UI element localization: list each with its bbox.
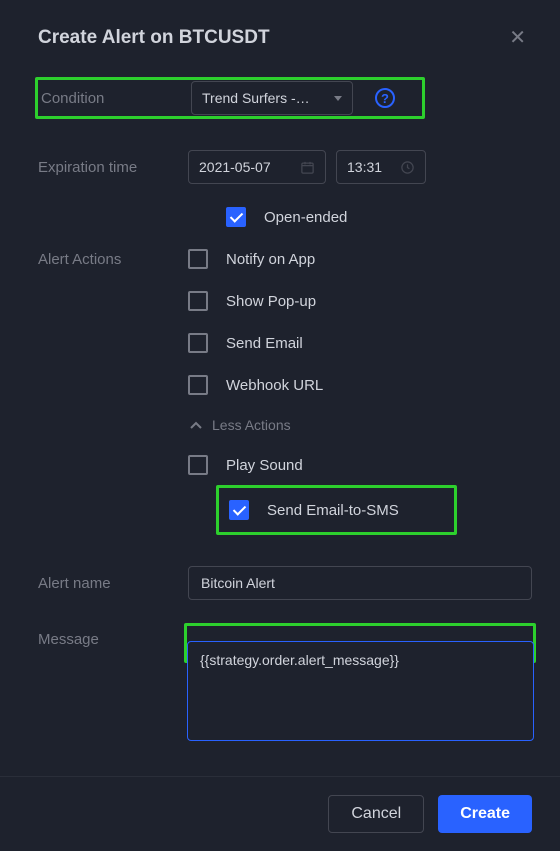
condition-selected-text: Trend Surfers -… <box>202 90 310 106</box>
send-email-label: Send Email <box>226 335 303 352</box>
notify-app-label: Notify on App <box>226 251 315 268</box>
show-popup-label: Show Pop-up <box>226 293 316 310</box>
show-popup-checkbox[interactable] <box>188 291 208 311</box>
notify-app-checkbox[interactable] <box>188 249 208 269</box>
help-icon[interactable]: ? <box>375 88 395 108</box>
alert-name-input[interactable] <box>188 566 532 600</box>
condition-select[interactable]: Trend Surfers -… <box>191 81 353 115</box>
chevron-down-icon <box>334 96 342 101</box>
expiration-date-text: 2021-05-07 <box>199 159 271 175</box>
play-sound-checkbox[interactable] <box>188 455 208 475</box>
expiration-time-input[interactable]: 13:31 <box>336 150 426 184</box>
clock-icon <box>400 160 415 175</box>
expiration-date-input[interactable]: 2021-05-07 <box>188 150 326 184</box>
calendar-icon <box>300 160 315 175</box>
condition-label: Condition <box>41 90 191 107</box>
open-ended-checkbox[interactable] <box>226 207 246 227</box>
send-sms-highlight: Send Email-to-SMS <box>216 485 457 535</box>
less-actions-label: Less Actions <box>212 417 291 433</box>
alert-actions-label: Alert Actions <box>38 249 188 268</box>
cancel-button[interactable]: Cancel <box>328 795 424 833</box>
send-email-checkbox[interactable] <box>188 333 208 353</box>
webhook-checkbox[interactable] <box>188 375 208 395</box>
chevron-up-icon <box>190 421 202 429</box>
send-sms-checkbox[interactable] <box>229 500 249 520</box>
dialog-title: Create Alert on BTCUSDT <box>38 27 270 49</box>
send-sms-label: Send Email-to-SMS <box>267 502 399 519</box>
condition-highlight: Condition Trend Surfers -… ? <box>35 77 425 119</box>
create-button[interactable]: Create <box>438 795 532 833</box>
less-actions-toggle[interactable]: Less Actions <box>188 417 323 433</box>
message-textarea[interactable] <box>187 641 534 741</box>
alert-name-label: Alert name <box>38 575 188 592</box>
close-icon[interactable]: ✕ <box>503 24 532 52</box>
play-sound-label: Play Sound <box>226 457 303 474</box>
webhook-label: Webhook URL <box>226 377 323 394</box>
expiration-time-text: 13:31 <box>347 159 382 175</box>
message-label: Message <box>38 623 188 648</box>
open-ended-label: Open-ended <box>264 209 347 226</box>
expiration-label: Expiration time <box>38 159 188 176</box>
